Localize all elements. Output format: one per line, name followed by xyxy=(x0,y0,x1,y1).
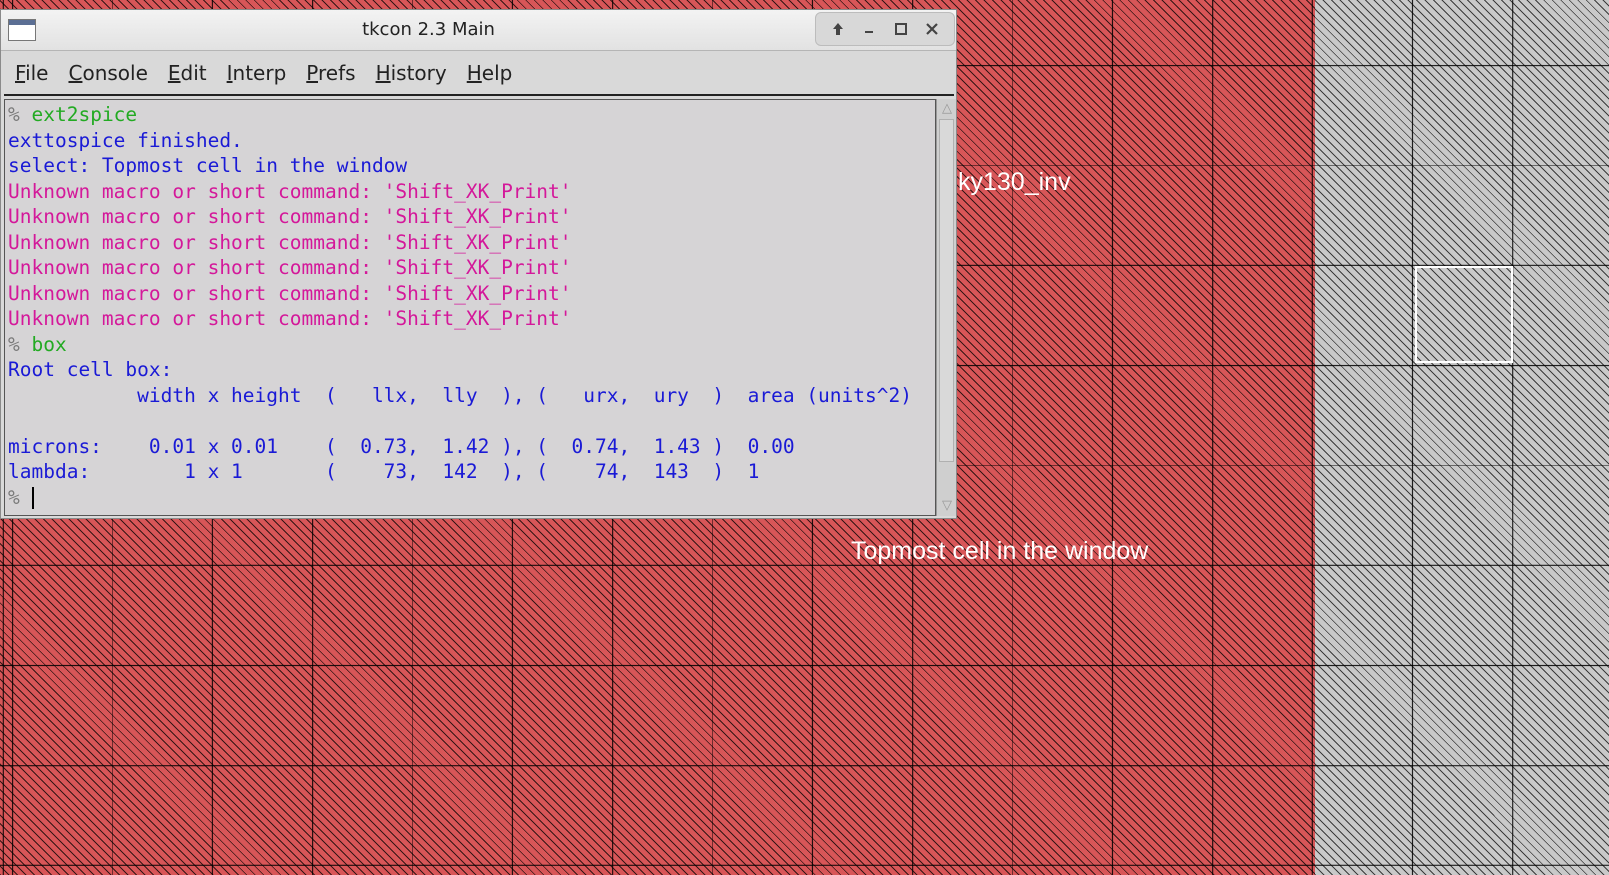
menu-item[interactable]: History xyxy=(376,61,447,85)
console-output[interactable]: % ext2spice exttospice finished. select: T… xyxy=(4,99,936,516)
cell-caption-label: Topmost cell in the window xyxy=(851,537,1149,565)
menu-item[interactable]: Interp xyxy=(227,61,287,85)
scroll-up-icon[interactable]: △ xyxy=(939,101,955,117)
shade-button[interactable] xyxy=(826,17,850,41)
console-line: width x height ( llx, lly ), ( urx, ury … xyxy=(8,383,912,407)
menu-item[interactable]: Help xyxy=(467,61,513,85)
console-line: Unknown macro or short command: 'Shift_X… xyxy=(8,256,572,279)
arrow-up-icon xyxy=(832,23,843,35)
menu-item[interactable]: Prefs xyxy=(306,61,355,85)
console-scrollbar[interactable]: △ ▽ xyxy=(936,99,956,516)
console-line: Unknown macro or short command: 'Shift_X… xyxy=(8,230,572,254)
tkcon-window: tkcon 2.3 Main File Console Edit Interp Pref… xyxy=(0,9,957,519)
scroll-down-icon[interactable]: ▽ xyxy=(939,498,955,514)
window-title: tkcon 2.3 Main xyxy=(362,19,495,40)
scrollbar-thumb[interactable] xyxy=(939,119,954,462)
selection-box[interactable] xyxy=(1415,266,1513,363)
console-line: exttospice finished. xyxy=(8,128,243,152)
console-line: Unknown macro or short command: 'Shift_X… xyxy=(8,307,572,330)
maximize-icon xyxy=(894,23,907,35)
console-line: Unknown macro or short command: 'Shift_X… xyxy=(8,205,572,228)
minimize-button[interactable] xyxy=(857,17,881,41)
close-button[interactable] xyxy=(920,17,944,41)
menu-item[interactable]: File xyxy=(15,61,48,85)
console-line: Unknown macro or short command: 'Shift_X… xyxy=(8,179,572,203)
text-cursor[interactable] xyxy=(31,487,34,509)
console-line: select: Topmost cell in the window xyxy=(8,154,408,177)
minimize-icon xyxy=(865,31,874,33)
maximize-button[interactable] xyxy=(889,17,913,41)
console-line: Root cell box: xyxy=(8,358,173,381)
cell-name-label: ky130_inv xyxy=(958,168,1071,196)
console-line: % box xyxy=(8,332,67,356)
menu-item[interactable]: Edit xyxy=(168,61,207,85)
console-line: % xyxy=(8,485,935,511)
console-line: lambda: 1 x 1 ( 73, 142 ), ( 74, 143 ) 1 xyxy=(8,460,760,483)
window-controls xyxy=(815,12,955,46)
close-icon xyxy=(926,23,939,35)
console-line: % ext2spice xyxy=(8,103,138,126)
console-line: Unknown macro or short command: 'Shift_X… xyxy=(8,281,572,305)
titlebar[interactable]: tkcon 2.3 Main xyxy=(1,10,956,51)
menubar: File Console Edit Interp Prefs History Help xyxy=(4,52,954,96)
menu-item[interactable]: Console xyxy=(68,61,147,85)
console-line: microns: 0.01 x 0.01 ( 0.73, 1.42 ), ( 0… xyxy=(8,434,795,458)
